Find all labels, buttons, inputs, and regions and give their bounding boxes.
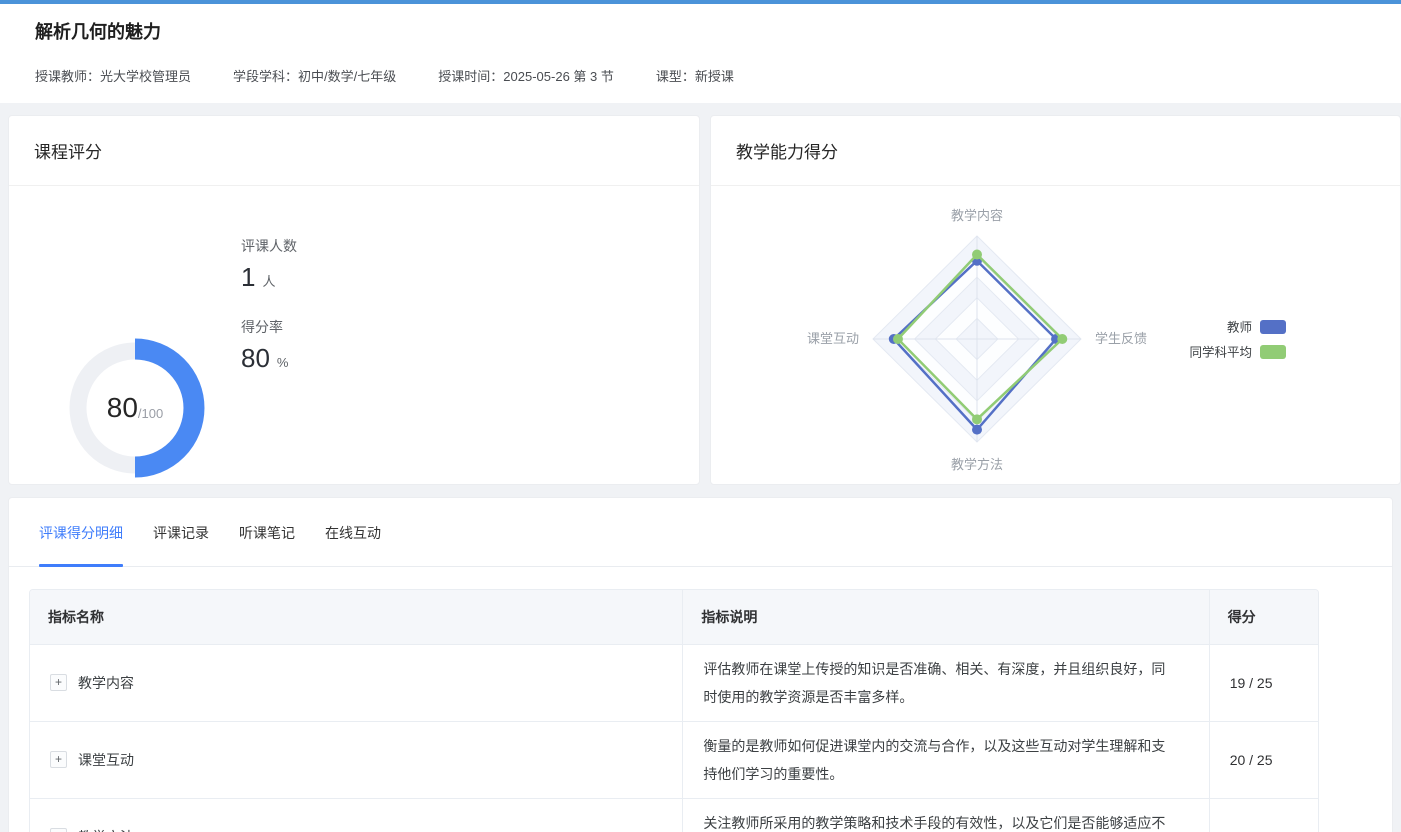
svg-text:同学科平均: 同学科平均: [1189, 345, 1252, 360]
donut-score-max: /100: [138, 406, 163, 421]
indicator-description: 评估教师在课堂上传授的知识是否准确、相关、有深度，并且组织良好，同时使用的教学资…: [703, 655, 1188, 711]
svg-text:教师: 教师: [1227, 320, 1252, 335]
course-score-title: 课程评分: [34, 138, 102, 163]
indicator-score: 20 / 25: [1230, 752, 1273, 768]
table-header-row: 指标名称 指标说明 得分: [30, 590, 1318, 644]
course-score-card: 课程评分 80 /100 评课人数 1 人 得分率 80 %: [8, 115, 700, 485]
page-header: 解析几何的魅力 授课教师：光大学校管理员 学段学科：初中/数学/七年级 授课时间…: [0, 4, 1401, 103]
column-header-indicator-desc: 指标说明: [683, 590, 1209, 644]
expand-row-button[interactable]: +: [50, 674, 67, 691]
tab-listening-notes[interactable]: 听课笔记: [239, 498, 295, 566]
stat-raters-value: 1: [241, 262, 255, 293]
radar-legend-item[interactable]: 同学科平均: [1189, 345, 1286, 360]
score-donut-chart: 80 /100: [60, 333, 210, 483]
indicator-description: 关注教师所采用的教学策略和技术手段的有效性，以及它们是否能够适应不同的学习风格和…: [703, 809, 1188, 832]
expand-row-button[interactable]: +: [50, 751, 67, 768]
stat-raters-value-row: 1 人: [241, 262, 297, 293]
course-meta-row: 授课教师：光大学校管理员 学段学科：初中/数学/七年级 授课时间：2025-05…: [35, 66, 1366, 85]
indicator-name: 课堂互动: [78, 750, 134, 770]
score-stats: 评课人数 1 人 得分率 80 %: [241, 236, 297, 398]
indicator-table: 指标名称 指标说明 得分 + 教学内容 评估教师在课堂上传授的知识是否准确、相关…: [29, 589, 1319, 832]
stat-rate-unit: %: [277, 355, 289, 370]
teaching-ability-card: 教学能力得分 教学内容学生反馈教学方法 课堂互动 教师同学科平均: [710, 115, 1401, 485]
expand-row-button[interactable]: +: [50, 828, 67, 832]
radar-legend-item[interactable]: 教师: [1227, 320, 1286, 335]
indicator-score: 22 / 25: [1230, 829, 1273, 832]
meta-time: 授课时间：2025-05-26 第 3 节: [438, 66, 614, 85]
teaching-ability-radar-chart: 教学内容学生反馈教学方法 课堂互动 教师同学科平均: [711, 186, 1401, 486]
tab-online-interaction[interactable]: 在线互动: [325, 498, 381, 566]
page-title: 解析几何的魅力: [35, 18, 1366, 44]
stat-rate-label: 得分率: [241, 317, 297, 337]
meta-subject: 学段学科：初中/数学/七年级: [233, 66, 396, 85]
indicator-description: 衡量的是教师如何促进课堂内的交流与合作，以及这些互动对学生理解和支持他们学习的重…: [703, 732, 1188, 788]
stat-rate-value: 80: [241, 343, 270, 374]
teaching-ability-title: 教学能力得分: [736, 138, 838, 163]
donut-score-value: 80: [107, 392, 138, 424]
stat-raters-label: 评课人数: [241, 236, 297, 256]
radar-axis-label: 教学内容: [951, 208, 1003, 223]
radar-axis-label: 学生反馈: [1095, 331, 1147, 346]
tab-review-records[interactable]: 评课记录: [153, 498, 209, 566]
tab-score-details[interactable]: 评课得分明细: [39, 498, 123, 566]
table-row: + 教学内容 评估教师在课堂上传授的知识是否准确、相关、有深度，并且组织良好，同…: [30, 644, 1318, 721]
details-card: 评课得分明细 评课记录 听课笔记 在线互动 指标名称 指标说明 得分 + 教学内…: [8, 497, 1393, 832]
indicator-score: 19 / 25: [1230, 675, 1273, 691]
meta-course-type: 课型：新授课: [656, 66, 734, 85]
column-header-indicator-name: 指标名称: [30, 590, 683, 644]
radar-axis-label: 课堂互动: [807, 331, 859, 346]
donut-center-label: 80 /100: [60, 333, 210, 483]
stat-raters-unit: 人: [262, 271, 275, 290]
indicator-name: 教学方法: [78, 827, 134, 832]
meta-teacher: 授课教师：光大学校管理员: [35, 66, 191, 85]
indicator-name: 教学内容: [78, 673, 134, 693]
details-tabs: 评课得分明细 评课记录 听课笔记 在线互动: [9, 498, 1392, 567]
stat-rate-value-row: 80 %: [241, 343, 297, 374]
radar-axis-label: 教学方法: [951, 457, 1003, 472]
table-row: + 教学方法 关注教师所采用的教学策略和技术手段的有效性，以及它们是否能够适应不…: [30, 798, 1318, 832]
column-header-score: 得分: [1209, 590, 1318, 644]
table-row: + 课堂互动 衡量的是教师如何促进课堂内的交流与合作，以及这些互动对学生理解和支…: [30, 721, 1318, 798]
